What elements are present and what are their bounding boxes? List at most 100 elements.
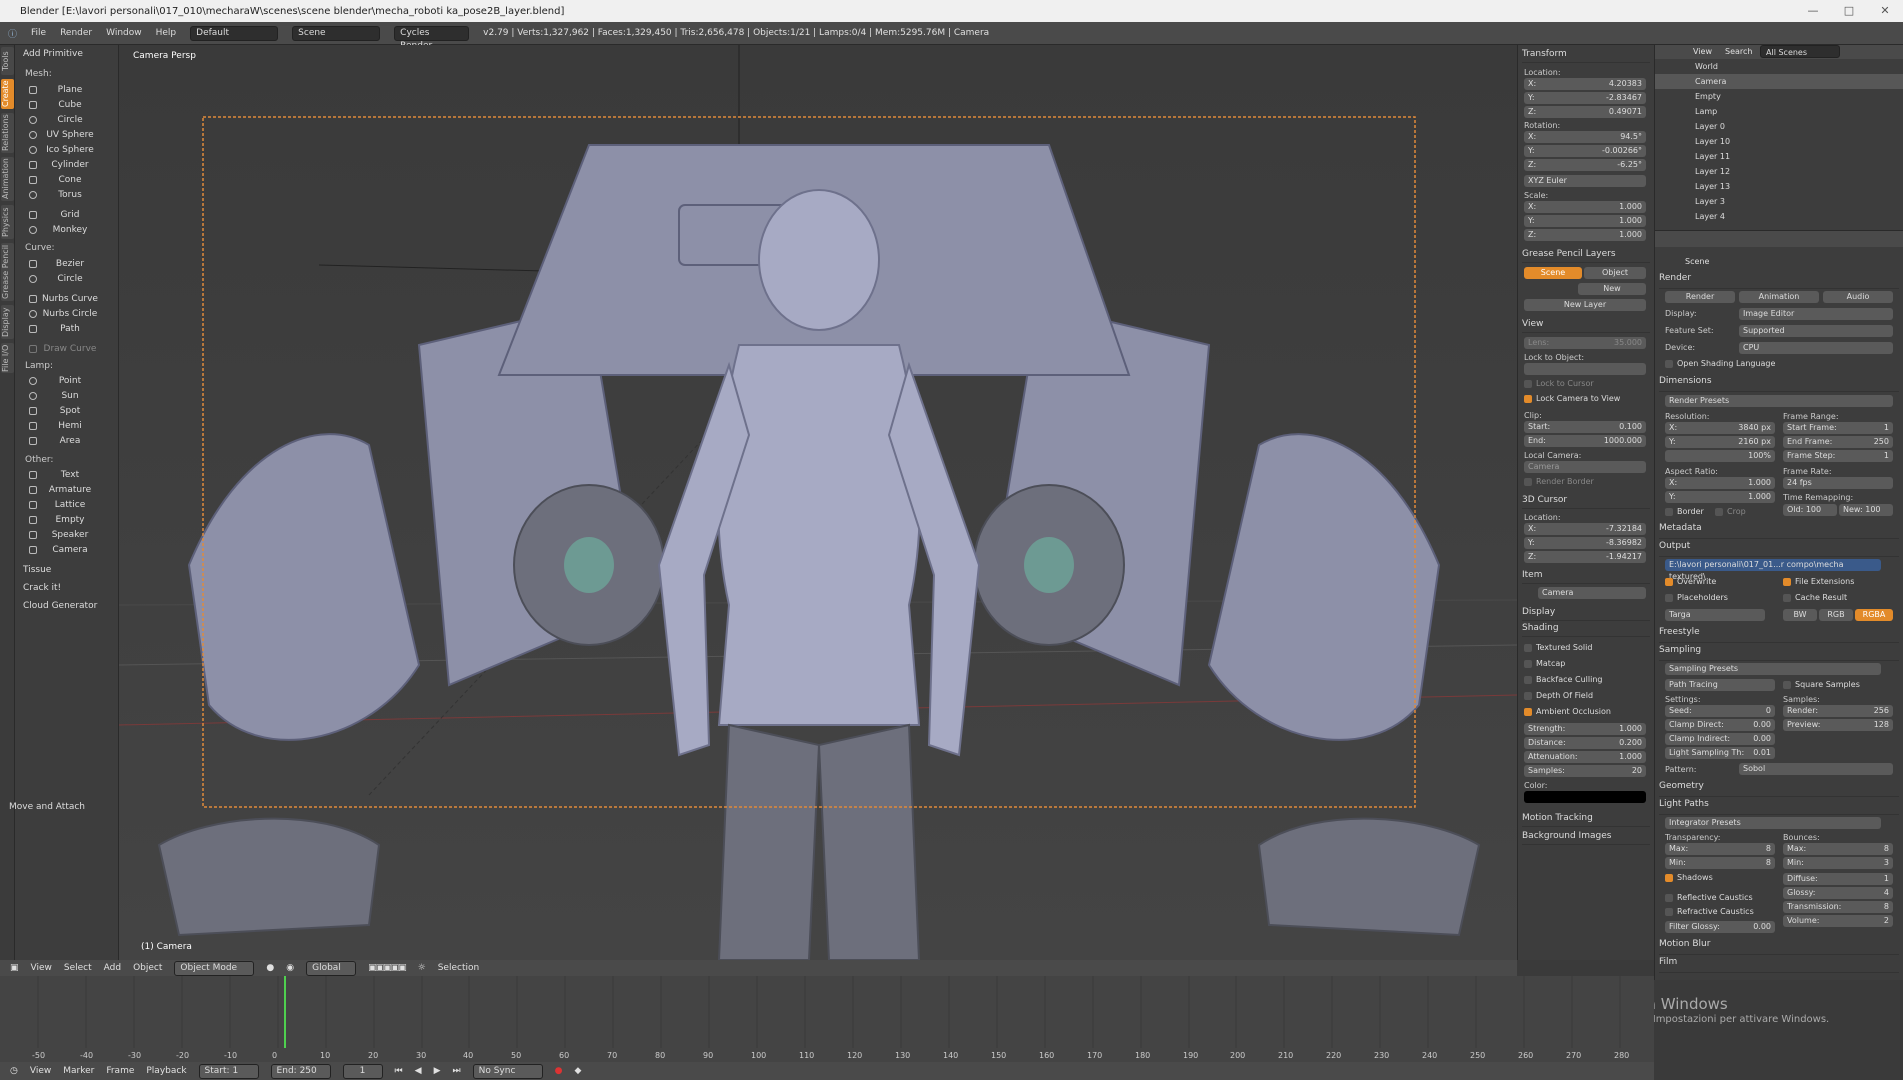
frame-step-field[interactable]: Frame Step: 1 <box>1783 450 1893 462</box>
pivot-icon[interactable]: ◉ <box>286 963 294 973</box>
mode-selector[interactable]: Object Mode <box>174 960 255 976</box>
add-area-lamp-button[interactable]: Area <box>25 435 115 448</box>
shading-mode-icon[interactable]: ● <box>266 963 274 973</box>
add-circle-button[interactable]: Circle <box>25 114 115 127</box>
outliner-display-mode[interactable]: All Scenes <box>1760 45 1840 58</box>
sampling-header[interactable]: Sampling <box>1659 645 1899 661</box>
add-camera-button[interactable]: Camera <box>25 544 115 557</box>
volume-bounces-field[interactable]: Volume: 2 <box>1783 915 1893 927</box>
add-path-button[interactable]: Path <box>25 323 115 336</box>
outliner-row-layer-4[interactable]: Layer 4 <box>1655 209 1903 224</box>
render-samples-field[interactable]: Render: 256 <box>1783 705 1893 717</box>
close-icon[interactable]: ✕ <box>1867 0 1903 22</box>
scale-z-field[interactable]: Z: 1.000 <box>1524 229 1646 241</box>
render-button[interactable]: Render <box>1665 291 1735 303</box>
maximize-icon[interactable]: □ <box>1831 0 1867 22</box>
motion-blur-header[interactable]: Motion Blur <box>1659 939 1899 955</box>
tab-file-io[interactable]: File I/O <box>1 343 14 373</box>
add-ico-sphere-button[interactable]: Ico Sphere <box>25 144 115 157</box>
add-torus-button[interactable]: Torus <box>25 189 115 202</box>
tab-create[interactable]: Create <box>1 79 14 109</box>
pattern-select[interactable]: Sobol <box>1739 763 1893 775</box>
tab-animation[interactable]: Animation <box>1 157 14 201</box>
outliner-row-layer-12[interactable]: Layer 12 <box>1655 164 1903 179</box>
add-grid-button[interactable]: Grid <box>25 209 115 222</box>
reflective-caustics-checkbox[interactable]: Reflective Caustics <box>1665 893 1753 902</box>
render-panel-header[interactable]: Render <box>1659 273 1899 289</box>
add-nurbs-curve-button[interactable]: Nurbs Curve <box>25 293 115 306</box>
add-uv-sphere-button[interactable]: UV Sphere <box>25 129 115 142</box>
timeline-end-field[interactable]: End: 250 <box>270 1063 331 1079</box>
location-z-field[interactable]: Z: 0.49071 <box>1524 106 1646 118</box>
clip-start-field[interactable]: Start: 0.100 <box>1524 421 1646 433</box>
matcap-checkbox[interactable]: Matcap <box>1524 659 1565 668</box>
add-monkey-button[interactable]: Monkey <box>25 224 115 237</box>
textured-solid-checkbox[interactable]: Textured Solid <box>1524 643 1592 652</box>
light-threshold-field[interactable]: Light Sampling Th: 0.01 <box>1665 747 1775 759</box>
end-frame-field[interactable]: End Frame: 250 <box>1783 436 1893 448</box>
geometry-header[interactable]: Geometry <box>1659 781 1899 797</box>
outliner-view-menu[interactable]: View <box>1693 47 1712 56</box>
ao-color-swatch[interactable] <box>1524 791 1646 803</box>
color-rgb-button[interactable]: RGB <box>1819 609 1853 621</box>
clamp-indirect-field[interactable]: Clamp Indirect: 0.00 <box>1665 733 1775 745</box>
item-panel-header[interactable]: Item <box>1522 570 1650 584</box>
local-camera-field[interactable]: Camera <box>1524 461 1646 473</box>
placeholders-checkbox[interactable]: Placeholders <box>1665 593 1728 602</box>
tab-tools[interactable]: Tools <box>1 47 14 75</box>
timeline-menu-playback[interactable]: Playback <box>146 1066 186 1076</box>
lock-object-field[interactable] <box>1524 363 1646 375</box>
color-rgba-button[interactable]: RGBA <box>1855 609 1893 621</box>
play-reverse-icon[interactable]: ◀ <box>415 1066 422 1076</box>
scale-y-field[interactable]: Y: 1.000 <box>1524 215 1646 227</box>
gp-scene-tab[interactable]: Scene <box>1524 267 1582 279</box>
item-name-field[interactable]: Camera <box>1538 587 1646 599</box>
jump-end-icon[interactable]: ⏭ <box>453 1066 461 1076</box>
minimize-icon[interactable]: — <box>1795 0 1831 22</box>
gp-object-tab[interactable]: Object <box>1584 267 1646 279</box>
grease-pencil-header[interactable]: Grease Pencil Layers <box>1522 249 1650 263</box>
timeline-menu-view[interactable]: View <box>30 1066 51 1076</box>
clip-end-field[interactable]: End: 1000.000 <box>1524 435 1646 447</box>
outliner-row-layer-3[interactable]: Layer 3 <box>1655 194 1903 209</box>
add-bezier-button[interactable]: Bezier <box>25 258 115 271</box>
info-editor-icon[interactable]: ⓘ <box>8 27 17 40</box>
menu-add[interactable]: Add <box>104 963 121 973</box>
file-format-select[interactable]: Targa <box>1665 609 1765 621</box>
frame-rate-select[interactable]: 24 fps <box>1783 477 1893 489</box>
preview-samples-field[interactable]: Preview: 128 <box>1783 719 1893 731</box>
cache-result-checkbox[interactable]: Cache Result <box>1783 593 1847 602</box>
gp-new-button[interactable]: New <box>1578 283 1646 295</box>
shadows-checkbox[interactable]: Shadows <box>1665 873 1713 882</box>
outliner-row-camera[interactable]: Camera <box>1655 74 1903 89</box>
outliner-row-layer-11[interactable]: Layer 11 <box>1655 149 1903 164</box>
color-bw-button[interactable]: BW <box>1783 609 1817 621</box>
square-samples-checkbox[interactable]: Square Samples <box>1783 680 1860 689</box>
output-header[interactable]: Output <box>1659 541 1899 557</box>
add-armature-button[interactable]: Armature <box>25 484 115 497</box>
draw-curve-button[interactable]: Draw Curve <box>25 343 115 356</box>
sampling-presets-select[interactable]: Sampling Presets <box>1665 663 1881 675</box>
lens-field[interactable]: Lens: 35.000 <box>1524 337 1646 349</box>
location-y-field[interactable]: Y: -2.83467 <box>1524 92 1646 104</box>
menu-view[interactable]: View <box>31 963 52 973</box>
timeline-menu-frame[interactable]: Frame <box>106 1066 134 1076</box>
menu-select[interactable]: Select <box>64 963 92 973</box>
current-frame-field[interactable]: 1 <box>342 1063 383 1079</box>
add-cylinder-button[interactable]: Cylinder <box>25 159 115 172</box>
render-engine-selector[interactable]: Cycles Render <box>394 25 470 51</box>
cloud-generator-panel[interactable]: Cloud Generator <box>23 601 97 611</box>
menu-object[interactable]: Object <box>133 963 162 973</box>
remap-new-field[interactable]: New: 100 <box>1839 504 1893 516</box>
integrator-presets-select[interactable]: Integrator Presets <box>1665 817 1881 829</box>
resolution-x-field[interactable]: X: 3840 px <box>1665 422 1775 434</box>
add-cone-button[interactable]: Cone <box>25 174 115 187</box>
feature-set-select[interactable]: Supported <box>1739 325 1893 337</box>
shading-panel-header[interactable]: Shading <box>1522 623 1650 637</box>
viewport-editor-icon[interactable]: ▣ <box>10 963 19 973</box>
resolution-y-field[interactable]: Y: 2160 px <box>1665 436 1775 448</box>
timeline-editor-icon[interactable]: ◷ <box>10 1066 18 1076</box>
3d-viewport[interactable]: Camera Persp (1) Camera <box>119 45 1517 960</box>
render-preview-icon[interactable]: ☼ <box>418 963 426 973</box>
resolution-percent-field[interactable]: 100% <box>1665 450 1775 462</box>
